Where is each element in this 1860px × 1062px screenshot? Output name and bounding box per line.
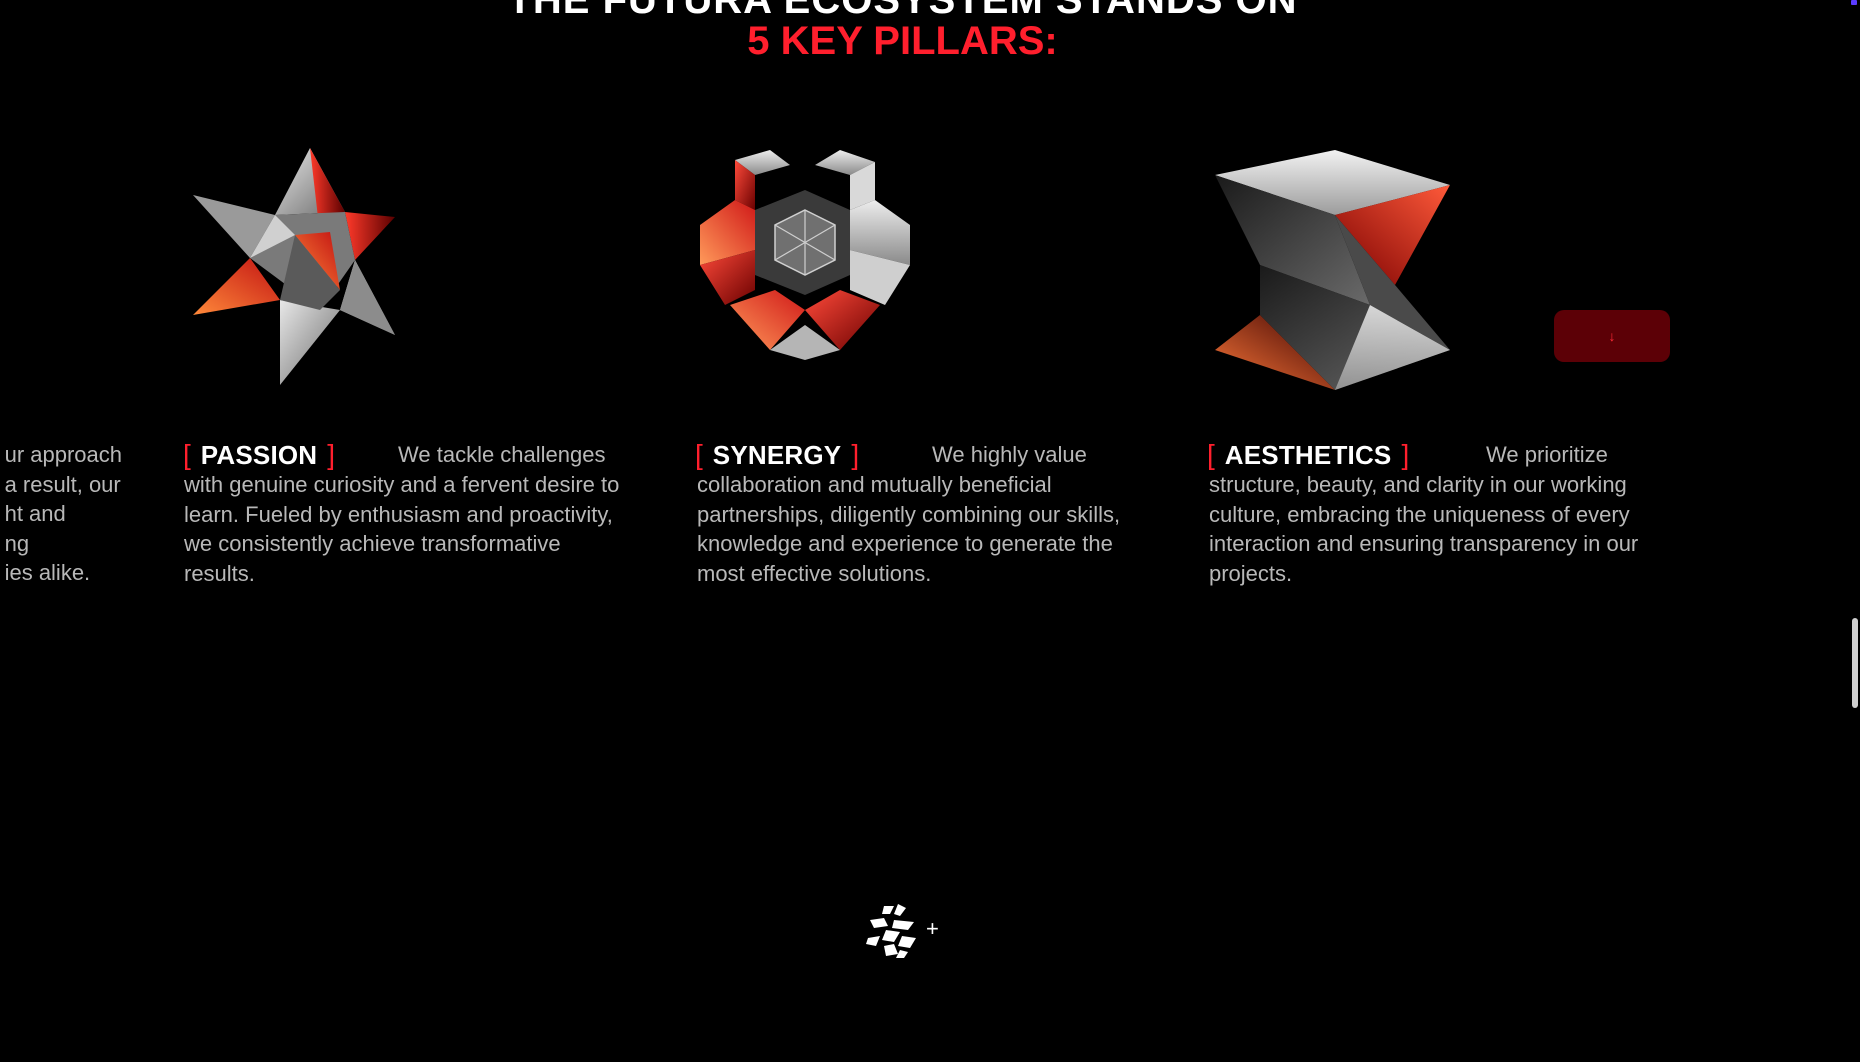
- bracket-close: ]: [1401, 439, 1410, 470]
- futura-logo-icon[interactable]: [864, 902, 922, 960]
- star-octahedron-icon: [193, 148, 395, 385]
- bracket-open: [: [695, 439, 703, 470]
- pillar-description: structure, beauty, and clarity in our wo…: [1209, 472, 1639, 586]
- twisted-prism-icon: [1215, 150, 1450, 390]
- pillar-title-aesthetics: [ AESTHETICS ]: [1207, 435, 1409, 475]
- plus-icon[interactable]: +: [926, 918, 939, 940]
- interlocking-cube-icon: [700, 150, 910, 360]
- pillar-description: collaboration and mutually beneficial pa…: [697, 472, 1121, 586]
- bracket-close: ]: [851, 439, 860, 470]
- previous-pillar-text: ur approach a result, our ht and ng ies …: [4, 442, 122, 585]
- corner-indicator: [1851, 0, 1857, 5]
- pillar-description: with genuine curiosity and a fervent des…: [184, 472, 620, 586]
- pillar-lead-text: We tackle challenges: [398, 442, 606, 467]
- bracket-open: [: [183, 439, 191, 470]
- previous-pillar-fragment: ur approach a result, our ht and ng ies …: [0, 440, 122, 600]
- pillar-name: PASSION: [200, 440, 318, 470]
- pillar-name: SYNERGY: [712, 440, 842, 470]
- pillar-name: AESTHETICS: [1224, 440, 1392, 470]
- arrow-down-icon: ↓: [1608, 328, 1616, 344]
- bracket-open: [: [1207, 439, 1215, 470]
- bracket-close: ]: [327, 439, 336, 470]
- scrollbar-thumb[interactable]: [1852, 618, 1858, 708]
- scroll-down-button[interactable]: ↓: [1554, 310, 1670, 362]
- section-heading-highlight: 5 KEY PILLARS:: [747, 19, 1058, 63]
- pillar-title-synergy: [ SYNERGY ]: [695, 435, 859, 475]
- pillar-lead-text: We prioritize: [1486, 442, 1608, 467]
- pillar-title-passion: [ PASSION ]: [183, 435, 335, 475]
- pillar-lead-text: We highly value: [932, 442, 1087, 467]
